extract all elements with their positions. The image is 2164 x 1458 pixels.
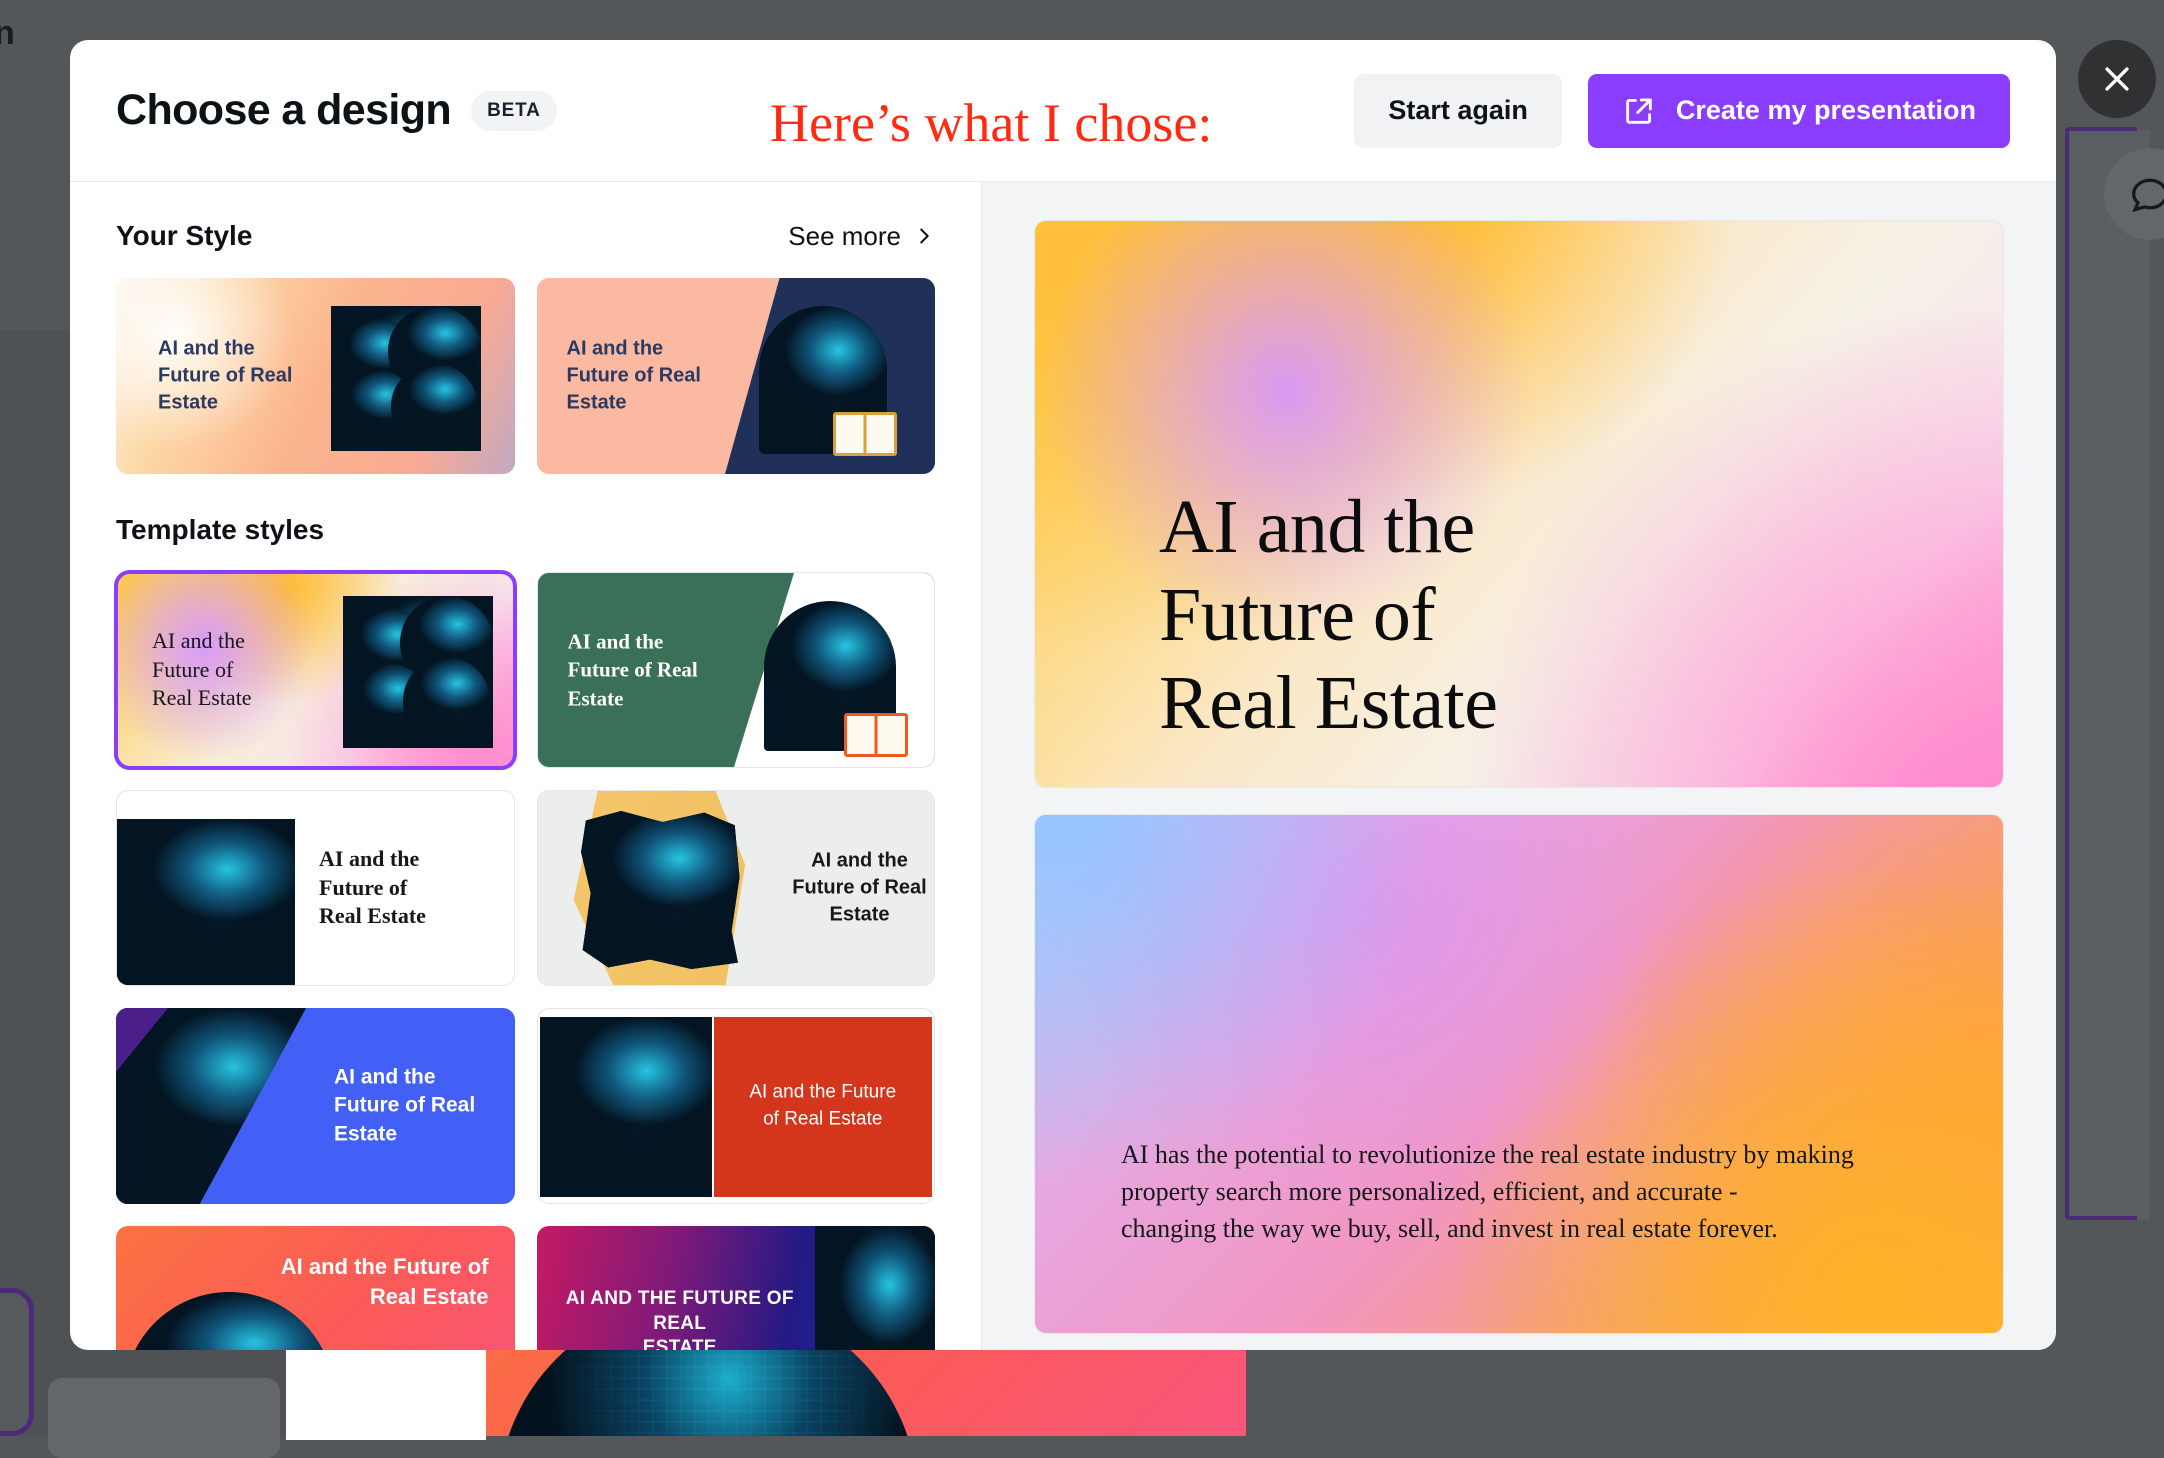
your-style-card-1[interactable]: AI and the Future of Real Estate (116, 278, 515, 474)
chevron-right-icon (913, 225, 935, 247)
template-card-3[interactable]: AI and the Future of Real Estate (116, 790, 515, 986)
external-link-icon (1622, 94, 1656, 128)
template-card-6-title: AI and the Future of Real Estate (738, 1079, 909, 1132)
style-picker-panel[interactable]: Your Style See more AI and the Future of… (70, 182, 982, 1350)
preview-panel: AI and the Future of Real Estate AI has … (982, 182, 2056, 1350)
template-card-5-title: AI and the Future of Real Estate (334, 1063, 515, 1148)
create-my-presentation-button[interactable]: Create my presentation (1588, 74, 2010, 148)
start-again-button[interactable]: Start again (1354, 74, 1562, 148)
template-styles-header: Template styles (116, 514, 935, 546)
see-more-link[interactable]: See more (788, 221, 935, 252)
template-card-7-title: AI and the Future of Real Estate (279, 1252, 489, 1311)
modal-header: Choose a design BETA Start again Create … (70, 40, 2056, 182)
template-card-2[interactable]: AI and the Future of Real Estate (537, 572, 936, 768)
beta-badge: BETA (471, 91, 557, 131)
preview-slide-2[interactable]: AI has the potential to revolutionize th… (1034, 814, 2004, 1334)
template-card-1[interactable]: AI and the Future of Real Estate (116, 572, 515, 768)
ai-robot-torn-image (580, 811, 740, 969)
ai-robot-clover-image (331, 306, 481, 451)
your-style-card-2[interactable]: AI and the Future of Real Estate (537, 278, 936, 474)
create-my-presentation-label: Create my presentation (1676, 95, 1976, 126)
ai-robot-image (116, 1008, 306, 1204)
preview-slide-1-title: AI and the Future of Real Estate (1159, 483, 1497, 747)
background-toolbar (48, 1378, 280, 1458)
ai-robot-image (815, 1226, 935, 1350)
ai-robot-clover-image (343, 596, 493, 748)
ai-robot-image (540, 1017, 712, 1197)
preview-slide-2-body: AI has the potential to revolutionize th… (1121, 1137, 1881, 1248)
template-styles-grid: AI and the Future of Real Estate AI and … (116, 572, 935, 1350)
template-styles-title: Template styles (116, 514, 324, 546)
template-card-6[interactable]: AI and the Future of Real Estate (537, 1008, 936, 1204)
background-selection-frame (2065, 127, 2137, 1220)
template-card-5[interactable]: AI and the Future of Real Estate (116, 1008, 515, 1204)
your-style-card-1-title: AI and the Future of Real Estate (158, 336, 358, 417)
preview-slide-1[interactable]: AI and the Future of Real Estate (1034, 220, 2004, 788)
your-style-title: Your Style (116, 220, 252, 252)
book-icon (844, 713, 908, 757)
your-style-grid: AI and the Future of Real Estate AI and … (116, 278, 935, 474)
template-card-3-title: AI and the Future of Real Estate (319, 845, 499, 931)
template-card-7[interactable]: AI and the Future of Real Estate (116, 1226, 515, 1350)
template-card-4-title: AI and the Future of Real Estate (770, 848, 936, 929)
template-card-4[interactable]: AI and the Future of Real Estate (537, 790, 936, 986)
page-title: Choose a design (116, 86, 451, 135)
choose-a-design-modal: Choose a design BETA Start again Create … (70, 40, 2056, 1350)
modal-body: Your Style See more AI and the Future of… (70, 182, 2056, 1350)
ai-robot-image (117, 819, 295, 986)
template-card-1-title: AI and the Future of Real Estate (152, 627, 342, 713)
template-card-8-title: AI AND THE FUTURE OF REAL ESTATE (565, 1287, 796, 1350)
close-icon[interactable] (2078, 40, 2156, 118)
annotation-text: Here’s what I chose: (770, 92, 1212, 154)
book-icon (833, 412, 897, 456)
your-style-card-2-title: AI and the Future of Real Estate (567, 336, 757, 417)
background-selected-element-outline (0, 1288, 34, 1436)
background-text-fragment: n (0, 14, 15, 53)
template-card-8[interactable]: AI AND THE FUTURE OF REAL ESTATE (537, 1226, 936, 1350)
your-style-header: Your Style See more (116, 220, 935, 252)
template-card-2-title: AI and the Future of Real Estate (568, 627, 758, 712)
see-more-label: See more (788, 221, 901, 252)
